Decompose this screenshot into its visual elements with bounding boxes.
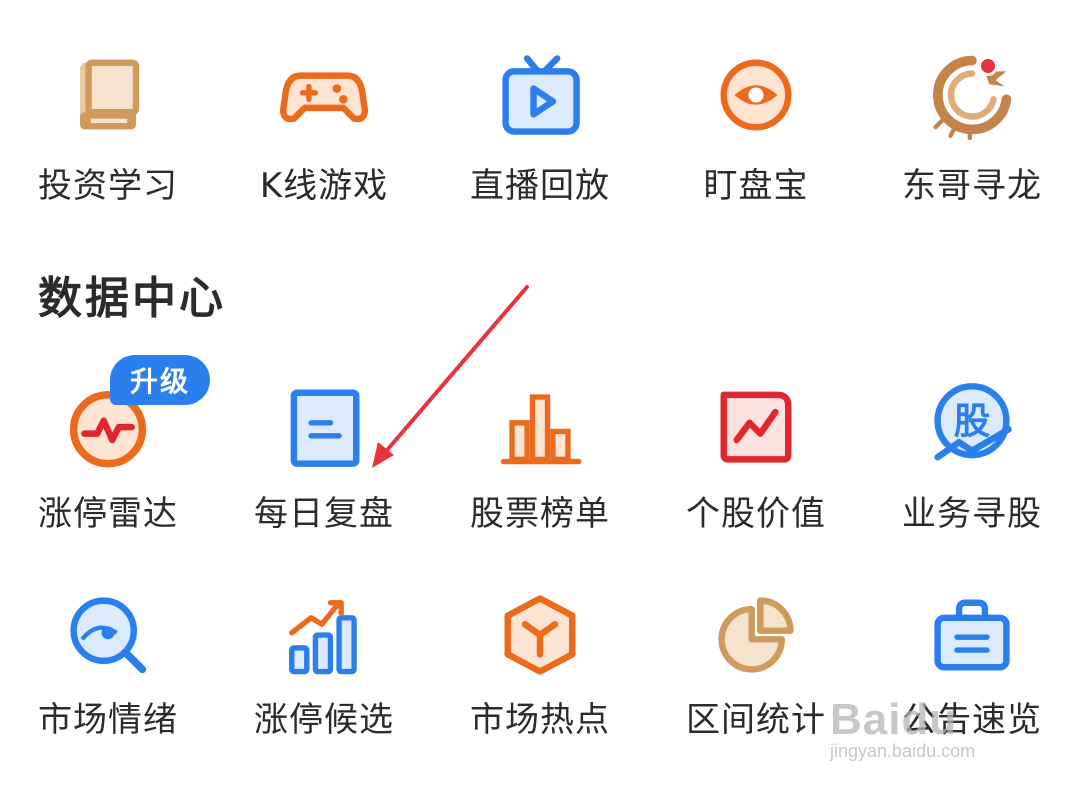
tile-label: K线游戏 [259,166,389,206]
tile-label: 直播回放 [470,166,610,206]
upgrade-badge: 升级 [110,355,210,405]
magnifier-icon [63,590,153,680]
watermark-logo-text: Baidu [830,695,958,744]
tile-daily-review[interactable]: 每日复盘 [216,380,432,534]
tile-market-hotspots[interactable]: 市场热点 [432,590,648,740]
pie-chart-icon [711,590,801,680]
trend-chart-icon [711,380,801,470]
tile-market-sentiment[interactable]: 市场情绪 [0,590,216,740]
tile-label: 市场情绪 [38,700,178,740]
section-title: 数据中心 [38,273,226,324]
tile-invest-learning[interactable]: 投资学习 [0,50,216,206]
stock-search-icon: 股 [927,380,1017,470]
rising-bars-icon [279,590,369,680]
tile-label: 每日复盘 [254,494,394,534]
tile-label: 涨停候选 [254,700,394,740]
eye-icon [711,50,801,140]
tile-live-replay[interactable]: 直播回放 [432,50,648,206]
tools-row: 投资学习 K线游戏 直播回放 盯盘宝 东哥寻龙 [0,50,1080,206]
tile-stock-value[interactable]: 个股价值 [648,380,864,534]
tile-watch-board[interactable]: 盯盘宝 [648,50,864,206]
tile-label: 东哥寻龙 [902,166,1042,206]
bar-chart-icon [495,380,585,470]
tile-label: 个股价值 [686,494,826,534]
watermark: Baidu jingyan.baidu.com [830,695,1050,775]
tile-limit-up-candidates[interactable]: 涨停候选 [216,590,432,740]
tile-label: 盯盘宝 [703,166,809,206]
tv-play-icon [495,50,585,140]
gamepad-icon [279,50,369,140]
tile-label: 股票榜单 [470,494,610,534]
tile-label: 涨停雷达 [38,494,178,534]
tile-kline-game[interactable]: K线游戏 [216,50,432,206]
cube-icon [495,590,585,680]
svg-text:股: 股 [954,400,991,443]
notification-dot [978,56,998,76]
tile-label: 市场热点 [470,700,610,740]
tile-dong-dragon[interactable]: 东哥寻龙 [864,50,1080,206]
watermark-url: jingyan.baidu.com [830,741,976,761]
book-icon [63,50,153,140]
document-icon [279,380,369,470]
tile-stock-ranking[interactable]: 股票榜单 [432,380,648,534]
tile-label: 区间统计 [686,700,826,740]
tile-label: 投资学习 [38,166,178,206]
tile-business-stock-search[interactable]: 股 业务寻股 [864,380,1080,534]
dragon-icon [927,50,1017,141]
briefcase-icon [927,590,1017,680]
tile-label: 业务寻股 [902,494,1042,534]
